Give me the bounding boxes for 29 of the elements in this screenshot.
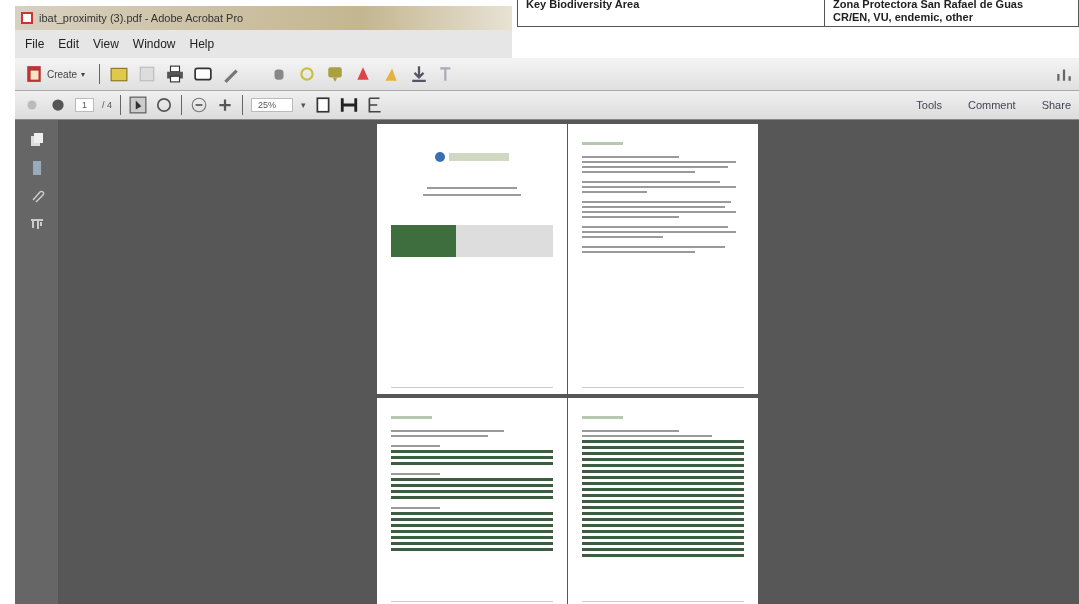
- zoom-out-icon[interactable]: [190, 96, 209, 114]
- pane-tab[interactable]: Tools: [916, 99, 942, 111]
- window-title: ibat_proximity (3).pdf - Adobe Acrobat Pro: [39, 12, 244, 24]
- pages-icon[interactable]: [28, 132, 45, 148]
- rotate-icon[interactable]: [155, 96, 174, 114]
- fit-width-icon[interactable]: [340, 96, 359, 114]
- document-icon: [20, 11, 34, 25]
- download-icon[interactable]: [410, 65, 428, 83]
- speech-bubble-icon[interactable]: [326, 65, 344, 83]
- menu-item[interactable]: Help: [189, 37, 215, 51]
- zoom-field[interactable]: 25%: [251, 98, 294, 112]
- document-icon: [25, 65, 43, 83]
- folder-icon[interactable]: [110, 65, 128, 83]
- menu-item[interactable]: Edit: [58, 37, 80, 51]
- select-tool-icon[interactable]: [129, 96, 148, 114]
- page-count: / 4: [102, 100, 113, 110]
- table-cell-text: CR/EN, VU, endemic, other: [833, 11, 974, 24]
- table-cell: Zona Protectora San Rafael de Guas: [833, 0, 1024, 11]
- page-number-field[interactable]: 1: [75, 98, 94, 112]
- zoom-dropdown[interactable]: ▾: [301, 100, 307, 110]
- next-page-icon[interactable]: [49, 96, 67, 114]
- print-icon[interactable]: [166, 65, 184, 83]
- pane-tab[interactable]: Comment: [967, 99, 1016, 111]
- menu-item[interactable]: Window: [132, 37, 176, 51]
- menu-item[interactable]: View: [93, 37, 119, 51]
- pane-tab[interactable]: Share: [1041, 99, 1071, 111]
- menu-item[interactable]: File: [25, 37, 45, 51]
- create-button[interactable]: Create ▾: [21, 63, 89, 85]
- table-cell: Key Biodiversity Area: [518, 0, 825, 26]
